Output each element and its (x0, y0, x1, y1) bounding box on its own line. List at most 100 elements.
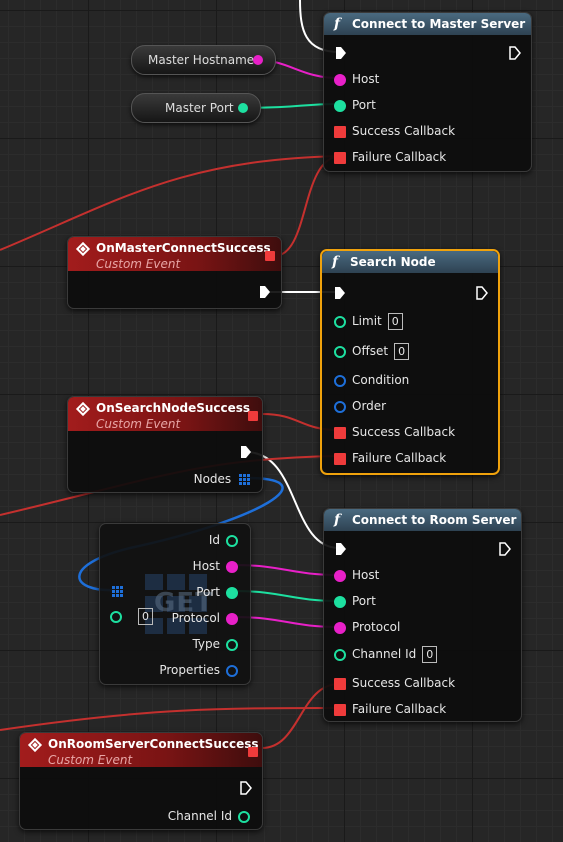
failure-callback-pin-row[interactable]: Failure Callback (334, 450, 446, 466)
success-callback-pin-row[interactable]: Success Callback (334, 424, 455, 440)
string-pin-icon[interactable] (253, 55, 263, 65)
function-icon: f (334, 512, 341, 528)
delegate-pin-icon[interactable] (334, 703, 346, 716)
delegate-pin-icon[interactable] (248, 411, 258, 421)
string-pin-icon[interactable] (334, 73, 346, 86)
string-pin-icon[interactable] (334, 569, 346, 582)
pin-label: Host (192, 559, 220, 573)
variable-label: Master Hostname (148, 53, 255, 67)
string-pin-icon[interactable] (226, 612, 238, 625)
node-title: Connect to Room Server (352, 513, 517, 527)
delegate-pin-icon[interactable] (334, 151, 346, 164)
int-pin-icon[interactable] (334, 345, 346, 358)
index-pin-row[interactable]: 0 (110, 608, 153, 625)
delegate-pin-icon[interactable] (334, 125, 346, 138)
delegate-pin-icon[interactable] (248, 747, 258, 757)
pin-label: Condition (352, 373, 410, 387)
int-pin-icon[interactable] (226, 638, 238, 651)
type-pin-row[interactable]: Type (192, 636, 238, 652)
delegate-pin-icon[interactable] (334, 452, 346, 465)
array-pin-icon[interactable] (239, 474, 250, 485)
event-title: OnRoomServerConnectSuccess (48, 737, 259, 751)
on-master-connect-success-event[interactable]: OnMasterConnectSuccess Custom Event (67, 236, 282, 309)
protocol-pin-row[interactable]: Protocol (172, 610, 238, 626)
exec-out-pin-icon[interactable] (499, 542, 511, 556)
channel-id-pin-row[interactable]: Channel Id 0 (334, 646, 438, 663)
array-pin-icon[interactable] (112, 586, 123, 597)
pin-label: Channel Id (167, 809, 232, 823)
search-node-node[interactable]: f Search Node Limit 0 Offset 0 Condition O… (320, 249, 500, 475)
failure-callback-pin-row[interactable]: Failure Callback (334, 149, 446, 165)
struct-pin-icon[interactable] (334, 400, 346, 413)
int-pin-icon[interactable] (238, 810, 250, 823)
success-callback-pin-row[interactable]: Success Callback (334, 123, 455, 139)
failure-callback-pin-row[interactable]: Failure Callback (334, 701, 446, 717)
port-pin-row[interactable]: Port (334, 593, 376, 609)
exec-out-pin-icon[interactable] (476, 286, 488, 300)
int-pin-icon[interactable] (226, 586, 238, 599)
int-pin-icon[interactable] (238, 103, 248, 113)
channel-id-input[interactable]: 0 (422, 646, 438, 663)
id-pin-row[interactable]: Id (209, 532, 238, 548)
array-get-node[interactable]: GET 0 Id Host Port Protocol Type Propert… (99, 523, 251, 685)
success-callback-pin-row[interactable]: Success Callback (334, 675, 455, 691)
pin-label: Protocol (352, 620, 401, 634)
connect-room-server-node[interactable]: f Connect to Room Server Host Port Proto… (323, 508, 522, 722)
int-pin-icon[interactable] (334, 99, 346, 112)
event-header: OnSearchNodeSuccess Custom Event (68, 397, 262, 431)
offset-pin-row[interactable]: Offset 0 (334, 343, 410, 360)
host-pin-row[interactable]: Host (334, 71, 379, 87)
exec-in-pin-icon[interactable] (334, 286, 346, 300)
int-pin-icon[interactable] (334, 315, 346, 328)
host-pin-row[interactable]: Host (334, 567, 379, 583)
pin-label: Host (352, 568, 380, 582)
delegate-pin-icon[interactable] (334, 677, 346, 690)
node-title: Connect to Master Server (352, 17, 526, 31)
connect-master-server-node[interactable]: f Connect to Master Server Host Port Suc… (323, 12, 532, 172)
pin-label: Success Callback (352, 676, 456, 690)
exec-in-pin-icon[interactable] (335, 542, 347, 556)
on-room-server-connect-success-event[interactable]: OnRoomServerConnectSuccess Custom Event … (19, 732, 263, 830)
event-subtitle: Custom Event (96, 417, 181, 431)
port-pin-row[interactable]: Port (196, 584, 238, 600)
on-search-node-success-event[interactable]: OnSearchNodeSuccess Custom Event Nodes (67, 396, 263, 493)
int-pin-icon[interactable] (110, 610, 122, 623)
exec-out-pin-icon[interactable] (259, 285, 271, 299)
channel-id-pin-row[interactable]: Channel Id (168, 808, 250, 824)
offset-input[interactable]: 0 (394, 343, 410, 360)
nodes-pin-row[interactable]: Nodes (194, 471, 250, 487)
int-pin-icon[interactable] (334, 648, 346, 661)
exec-out-pin-icon[interactable] (240, 781, 252, 795)
pin-label: Properties (159, 663, 220, 677)
pin-label: Port (352, 594, 376, 608)
pin-label: Order (352, 399, 387, 413)
pin-label: Port (352, 98, 376, 112)
host-pin-row[interactable]: Host (193, 558, 238, 574)
condition-pin-row[interactable]: Condition (334, 372, 409, 388)
exec-out-pin-icon[interactable] (509, 46, 521, 60)
exec-in-pin-icon[interactable] (335, 46, 347, 60)
delegate-pin-icon[interactable] (265, 251, 275, 261)
limit-pin-row[interactable]: Limit 0 (334, 313, 403, 330)
delegate-pin-icon[interactable] (334, 426, 346, 439)
event-header: OnRoomServerConnectSuccess Custom Event (20, 733, 262, 767)
properties-pin-row[interactable]: Properties (159, 662, 238, 678)
struct-pin-icon[interactable] (334, 374, 346, 387)
limit-input[interactable]: 0 (387, 313, 403, 330)
index-input[interactable]: 0 (138, 608, 153, 625)
string-pin-icon[interactable] (334, 621, 346, 634)
wire-delegate-left-room (0, 707, 340, 731)
struct-pin-icon[interactable] (226, 664, 238, 677)
event-icon (75, 401, 91, 417)
pin-label: Id (208, 533, 220, 547)
master-hostname-variable[interactable]: Master Hostname (131, 45, 276, 75)
protocol-pin-row[interactable]: Protocol (334, 619, 400, 635)
order-pin-row[interactable]: Order (334, 398, 386, 414)
port-pin-row[interactable]: Port (334, 97, 376, 113)
master-port-variable[interactable]: Master Port (131, 93, 261, 123)
string-pin-icon[interactable] (226, 560, 238, 573)
int-pin-icon[interactable] (334, 595, 346, 608)
int-pin-icon[interactable] (226, 534, 238, 547)
exec-out-pin-icon[interactable] (240, 445, 252, 459)
function-icon: f (334, 16, 341, 32)
